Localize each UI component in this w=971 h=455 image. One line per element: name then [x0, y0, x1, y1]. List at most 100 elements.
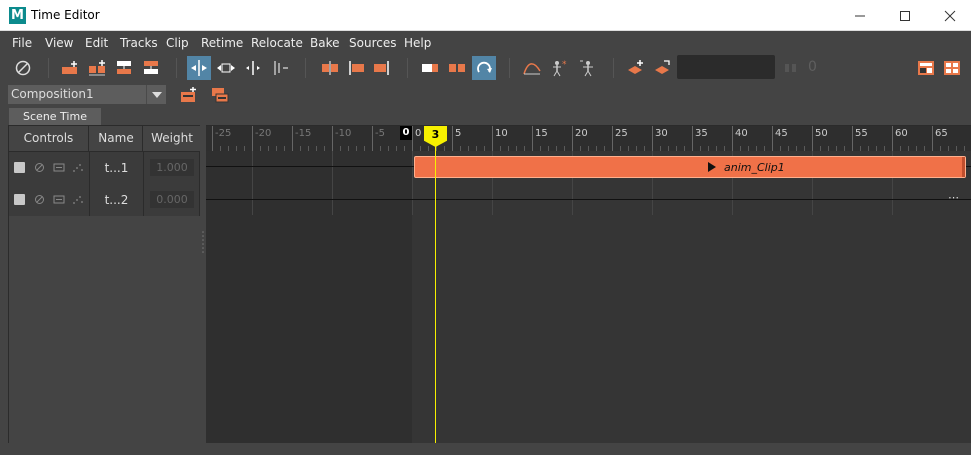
track-list-empty-area: [9, 216, 200, 443]
cycle-button[interactable]: [472, 56, 496, 80]
key-button[interactable]: [779, 56, 803, 80]
no-sign-icon: [15, 60, 31, 76]
menu-edit[interactable]: Edit: [85, 36, 108, 50]
new-composition-button[interactable]: [177, 83, 201, 107]
menu-relocate[interactable]: Relocate: [251, 36, 303, 50]
track-weight-field[interactable]: 1.000: [150, 159, 194, 176]
trim-start-button[interactable]: [344, 56, 368, 80]
track-name[interactable]: t...1: [90, 152, 144, 184]
loop-clip-icon: [449, 64, 465, 72]
layout-button[interactable]: [914, 56, 938, 80]
add-source-button[interactable]: [624, 56, 648, 80]
clip-end-handle[interactable]: [962, 157, 965, 177]
group-button[interactable]: [112, 56, 136, 80]
ruler-tick: [252, 126, 253, 151]
track-name[interactable]: t...2: [90, 184, 144, 216]
ruler-tick: [364, 146, 365, 151]
menu-clip[interactable]: Clip: [166, 36, 189, 50]
add-track-button[interactable]: [85, 56, 109, 80]
loop-clip-button[interactable]: [445, 56, 469, 80]
menu-retime[interactable]: Retime: [201, 36, 243, 50]
track-enable-checkbox[interactable]: [14, 162, 25, 173]
ruler-tick: [604, 146, 605, 151]
time-cursor-line[interactable]: [435, 126, 436, 443]
trim-end-button[interactable]: [370, 56, 394, 80]
trim-tool-icon: [246, 61, 260, 75]
ruler-tick: [388, 146, 389, 151]
lock-dots-icon[interactable]: [72, 194, 84, 205]
maximize-button[interactable]: [885, 2, 925, 29]
composition-selected: Composition1: [11, 87, 94, 101]
track-weight-field[interactable]: 0.000: [150, 191, 194, 208]
ruler-tick-label: -15: [295, 128, 312, 139]
ruler-tick: [660, 146, 661, 151]
time-ruler[interactable]: -25 -20 -15 -10 -5 0 5 10 15 20 25 30 35 40 45 50 55 60 65: [206, 126, 971, 151]
curve-icon: [523, 63, 541, 75]
track-enable-checkbox[interactable]: [14, 194, 25, 205]
splitter-grip-icon: [202, 231, 204, 253]
ruler-tick-label: 50: [815, 128, 828, 139]
minimize-button[interactable]: [840, 2, 880, 29]
track-row[interactable]: t...1 1.000: [9, 152, 199, 184]
graph-editor-button[interactable]: [520, 56, 544, 80]
menu-file[interactable]: File: [12, 36, 32, 50]
ungroup-button[interactable]: [139, 56, 163, 80]
ruler-tick: [436, 146, 437, 151]
ruler-tick: [964, 146, 965, 151]
scale-tool-button[interactable]: [214, 56, 238, 80]
character-tool-button[interactable]: [576, 56, 600, 80]
ruler-tick: [452, 126, 453, 151]
new-composition-icon: [181, 87, 196, 102]
replace-source-button[interactable]: [651, 56, 675, 80]
mute-icon[interactable]: [34, 194, 45, 205]
mute-toggle-button[interactable]: [11, 56, 35, 80]
split-clip-button[interactable]: [318, 56, 342, 80]
menu-bake[interactable]: Bake: [310, 36, 340, 50]
ruler-tick-label: 60: [895, 128, 908, 139]
ruler-tick: [796, 146, 797, 151]
animation-clip[interactable]: anim_Clip1: [414, 156, 966, 178]
ruler-tick: [396, 146, 397, 151]
ruler-tick: [676, 146, 677, 151]
key-disabled-icon: [785, 64, 796, 72]
menu-view[interactable]: View: [45, 36, 73, 50]
track-weight-cell: 1.000: [144, 152, 199, 184]
loop-tool-button[interactable]: [268, 56, 292, 80]
ruler-tick: [412, 126, 413, 151]
tab-scene-time[interactable]: Scene Time: [9, 108, 101, 125]
ruler-tick: [212, 126, 213, 151]
ruler-tick-label: 45: [775, 128, 788, 139]
ruler-tick: [532, 126, 533, 151]
solo-icon[interactable]: [53, 162, 65, 173]
menu-tracks[interactable]: Tracks: [120, 36, 158, 50]
composition-dropdown[interactable]: Composition1: [8, 85, 166, 104]
ruler-tick: [900, 146, 901, 151]
duplicate-composition-button[interactable]: [208, 83, 232, 107]
ruler-tick: [428, 146, 429, 151]
lock-dots-icon[interactable]: [72, 162, 84, 173]
grid-view-button[interactable]: [940, 56, 964, 80]
dropdown-arrow-icon: [146, 85, 166, 104]
close-button[interactable]: [930, 2, 970, 29]
track-weight-cell: 0.000: [144, 184, 199, 216]
menu-sources[interactable]: Sources: [349, 36, 396, 50]
ruler-tick: [476, 146, 477, 151]
ruler-tick: [540, 146, 541, 151]
ruler-tick: [236, 146, 237, 151]
duplicate-composition-icon: [212, 88, 229, 103]
value-field[interactable]: [677, 55, 775, 79]
add-clip-button[interactable]: [58, 56, 82, 80]
ruler-tick: [860, 146, 861, 151]
add-relocator-button[interactable]: *: [547, 56, 571, 80]
track-row[interactable]: t...2 0.000: [9, 184, 199, 216]
hold-button[interactable]: [418, 56, 442, 80]
mute-icon[interactable]: [34, 162, 45, 173]
trim-tool-button[interactable]: [241, 56, 265, 80]
ruler-tick-label: -5: [375, 128, 385, 139]
ruler-tick: [716, 146, 717, 151]
menu-help[interactable]: Help: [404, 36, 431, 50]
solo-icon[interactable]: [53, 194, 65, 205]
move-tool-button[interactable]: [187, 56, 211, 80]
ruler-tick: [228, 146, 229, 151]
ruler-tick: [868, 146, 869, 151]
